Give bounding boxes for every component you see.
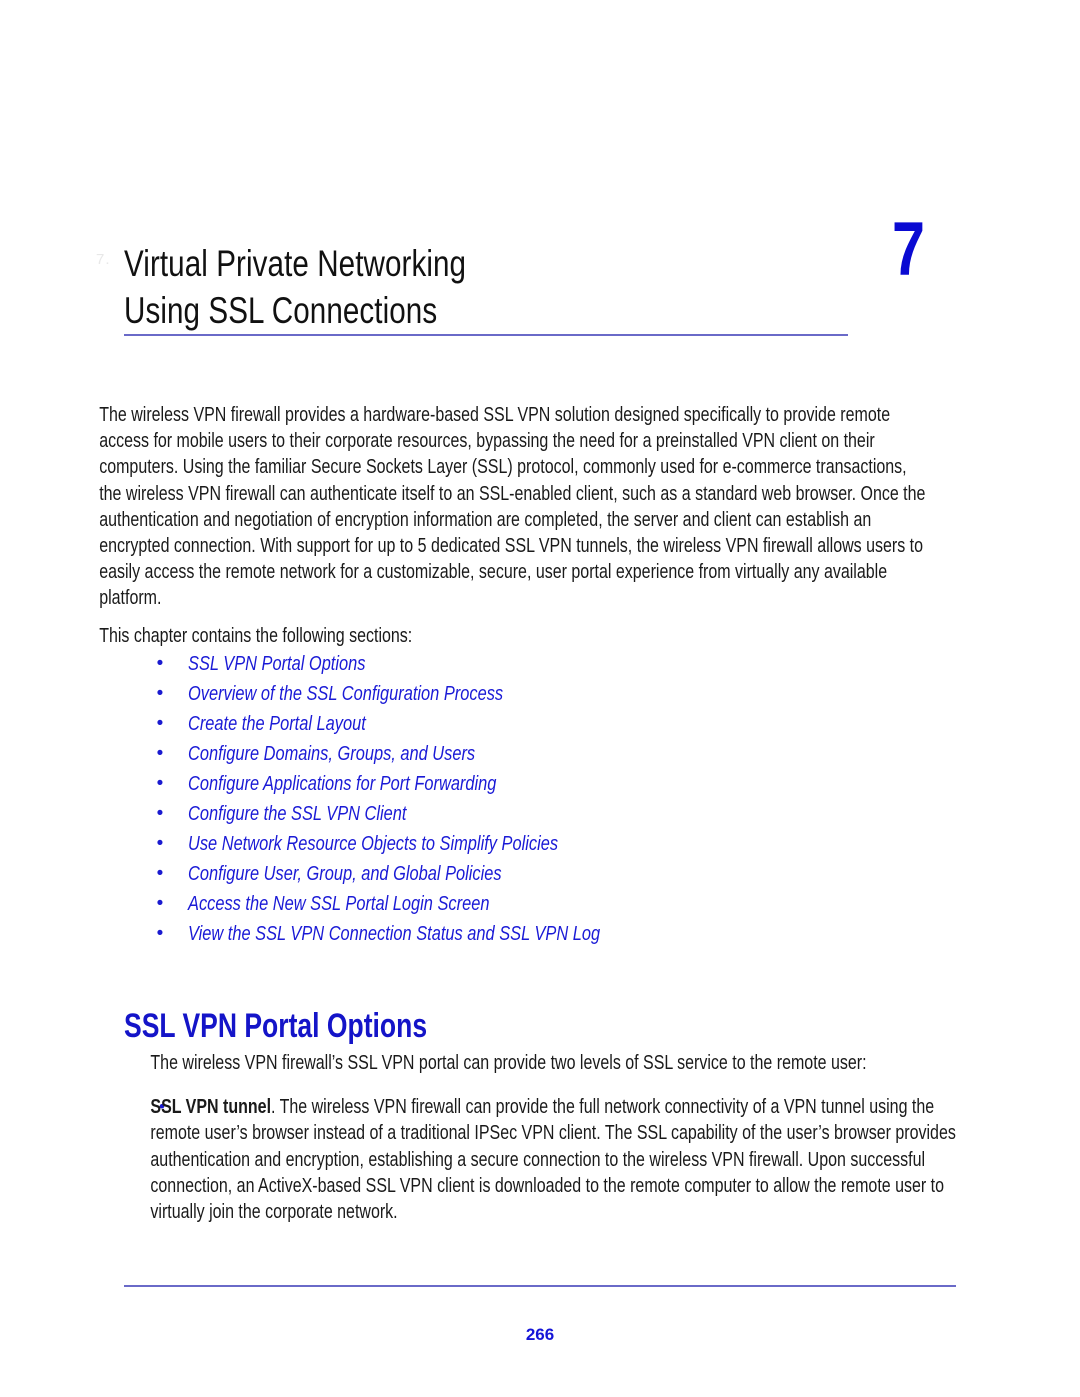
document-page: 7. Virtual Private Networking Using SSL … bbox=[0, 0, 1080, 1397]
bullet-icon: • bbox=[156, 652, 164, 674]
bullet-icon: • bbox=[156, 832, 164, 854]
section-body: The wireless VPN firewall’s SSL VPN port… bbox=[0, 1050, 1080, 1225]
section-link-configure-user-group-global-policies[interactable]: Configure User, Group, and Global Polici… bbox=[188, 859, 502, 889]
sections-lead-text: This chapter contains the following sect… bbox=[99, 624, 413, 647]
list-item[interactable]: • Overview of the SSL Configuration Proc… bbox=[0, 679, 1080, 709]
list-item[interactable]: • Access the New SSL Portal Login Screen bbox=[0, 889, 1080, 919]
bullet-icon: • bbox=[156, 712, 164, 734]
bullet-icon: • bbox=[156, 802, 164, 824]
section-link-use-network-resource-objects[interactable]: Use Network Resource Objects to Simplify… bbox=[188, 829, 558, 859]
page-title-line-1: Virtual Private Networking bbox=[124, 242, 467, 284]
page-title: Virtual Private Networking Using SSL Con… bbox=[124, 240, 684, 334]
footer-divider bbox=[124, 1285, 956, 1287]
bullet-icon: • bbox=[156, 682, 164, 704]
list-item[interactable]: • Configure User, Group, and Global Poli… bbox=[0, 859, 1080, 889]
chapter-section-list: • SSL VPN Portal Options • Overview of t… bbox=[0, 649, 1080, 949]
list-item[interactable]: • Configure the SSL VPN Client bbox=[0, 799, 1080, 829]
section-link-create-the-portal-layout[interactable]: Create the Portal Layout bbox=[188, 709, 366, 739]
section-link-ssl-vpn-portal-options[interactable]: SSL VPN Portal Options bbox=[188, 649, 365, 679]
section-heading-ssl-vpn-portal-options: SSL VPN Portal Options bbox=[124, 1007, 428, 1046]
section-link-configure-applications-port-forwarding[interactable]: Configure Applications for Port Forwardi… bbox=[188, 769, 496, 799]
section-link-view-ssl-vpn-connection-status-log[interactable]: View the SSL VPN Connection Status and S… bbox=[188, 919, 600, 949]
list-item[interactable]: • SSL VPN Portal Options bbox=[0, 649, 1080, 679]
list-item[interactable]: • Configure Domains, Groups, and Users bbox=[0, 739, 1080, 769]
section-link-configure-the-ssl-vpn-client[interactable]: Configure the SSL VPN Client bbox=[188, 799, 406, 829]
bullet-icon: • bbox=[156, 772, 164, 794]
list-item[interactable]: • Use Network Resource Objects to Simpli… bbox=[0, 829, 1080, 859]
page-title-line-2: Using SSL Connections bbox=[124, 289, 438, 331]
bullet-icon: • bbox=[156, 892, 164, 914]
margin-artifact-text: 7. bbox=[96, 251, 111, 268]
ssl-vpn-tunnel-text: . The wireless VPN firewall can provide … bbox=[150, 1096, 956, 1224]
chapter-number: 7 bbox=[892, 207, 925, 292]
section-intro-paragraph: The wireless VPN firewall’s SSL VPN port… bbox=[150, 1052, 867, 1074]
bullet-icon: • bbox=[156, 922, 164, 944]
intro-paragraph: The wireless VPN firewall provides a har… bbox=[99, 404, 926, 610]
section-link-access-new-ssl-portal-login-screen[interactable]: Access the New SSL Portal Login Screen bbox=[188, 889, 489, 919]
section-link-overview-ssl-configuration-process[interactable]: Overview of the SSL Configuration Proces… bbox=[188, 679, 503, 709]
ssl-vpn-tunnel-term: SSL VPN tunnel bbox=[150, 1096, 272, 1119]
bullet-icon: • bbox=[156, 742, 164, 764]
section-link-configure-domains-groups-users[interactable]: Configure Domains, Groups, and Users bbox=[188, 739, 475, 769]
bullet-icon: • bbox=[156, 862, 164, 884]
page-number: 266 bbox=[525, 1325, 555, 1344]
list-item[interactable]: • Configure Applications for Port Forwar… bbox=[0, 769, 1080, 799]
list-item: • SSL VPN tunnel. The wireless VPN firew… bbox=[0, 1094, 1080, 1225]
ssl-vpn-tunnel-description: SSL VPN tunnel. The wireless VPN firewal… bbox=[0, 1094, 974, 1225]
chapter-intro-section: The wireless VPN firewall provides a har… bbox=[0, 402, 1080, 949]
list-item[interactable]: • View the SSL VPN Connection Status and… bbox=[0, 919, 1080, 949]
chapter-title-divider bbox=[124, 334, 848, 336]
list-item[interactable]: • Create the Portal Layout bbox=[0, 709, 1080, 739]
